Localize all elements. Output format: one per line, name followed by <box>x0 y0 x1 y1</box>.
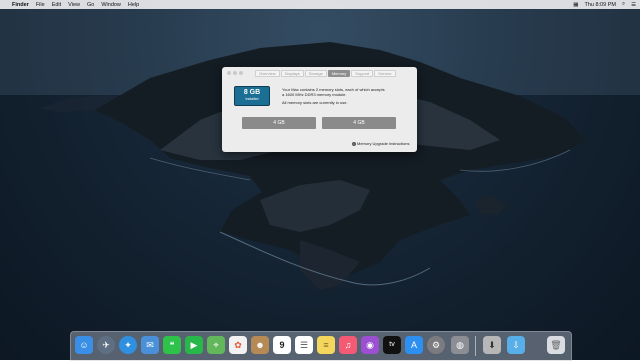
tab-storage[interactable]: Storage <box>304 70 327 77</box>
menu-view[interactable]: View <box>68 2 80 8</box>
menu-app-name[interactable]: Finder <box>12 2 29 8</box>
calendar-icon[interactable]: 9 <box>273 336 291 354</box>
tab-bar: Overview Displays Storage Memory Support… <box>255 70 397 77</box>
messages-icon[interactable]: ❝ <box>163 336 181 354</box>
zoom-button[interactable] <box>239 71 243 75</box>
photos-icon[interactable]: ✿ <box>229 336 247 354</box>
menu-bar: Finder File Edit View Go Window Help ▦ T… <box>0 0 640 9</box>
menu-edit[interactable]: Edit <box>52 2 61 8</box>
info-icon: i <box>352 141 356 146</box>
dock: ☺ ✈ ✦ ✉ ❝ ▶ ⌖ ✿ ☻ 9 ☰ ≡ ♫ ◉ tv A ⚙ ◍ ⬇ ⇩… <box>70 331 572 361</box>
trash-icon[interactable]: 🗑 <box>547 336 565 354</box>
tab-support[interactable]: Support <box>351 70 374 77</box>
memory-total-badge: 8 GB Installed <box>234 86 270 106</box>
spotlight-icon[interactable]: ⌕ <box>622 1 625 8</box>
menu-extras: ▦ Thu 8:09 PM ⌕ ☰ <box>567 0 636 9</box>
memory-module-info: a 1600 MHz DDR3 memory module. <box>282 92 347 97</box>
notes-icon[interactable]: ≡ <box>317 336 335 354</box>
dock-separator <box>475 336 476 356</box>
close-button[interactable] <box>227 71 231 75</box>
installer-icon[interactable]: ⬇ <box>483 336 501 354</box>
app-store-icon[interactable]: A <box>405 336 423 354</box>
tv-icon[interactable]: tv <box>383 336 401 354</box>
wallpaper-catalina-island <box>0 0 640 360</box>
mail-icon[interactable]: ✉ <box>141 336 159 354</box>
menu-go[interactable]: Go <box>87 2 94 8</box>
memory-status: Installed <box>245 97 259 101</box>
system-preferences-icon[interactable]: ⚙ <box>427 336 445 354</box>
launchpad-icon[interactable]: ✈ <box>97 336 115 354</box>
downloads-folder-icon[interactable]: ⇩ <box>507 336 525 354</box>
memory-upgrade-label: Memory Upgrade Instructions <box>357 141 410 146</box>
desktop <box>0 0 640 360</box>
contacts-icon[interactable]: ☻ <box>251 336 269 354</box>
memory-slot-2: 4 GB <box>322 117 396 129</box>
menu-file[interactable]: File <box>36 2 45 8</box>
tab-displays[interactable]: Displays <box>280 70 304 77</box>
memory-total: 8 GB <box>243 89 261 96</box>
safari-icon[interactable]: ✦ <box>119 336 137 354</box>
tab-overview[interactable]: Overview <box>255 70 280 77</box>
music-icon[interactable]: ♫ <box>339 336 357 354</box>
tab-memory[interactable]: Memory <box>327 70 351 77</box>
minimize-button[interactable] <box>233 71 237 75</box>
tab-service[interactable]: Service <box>374 70 396 77</box>
control-center-icon[interactable]: ▦ <box>573 2 578 8</box>
memory-slot-1: 4 GB <box>242 117 316 129</box>
reminders-icon[interactable]: ☰ <box>295 336 313 354</box>
memory-upgrade-link[interactable]: i Memory Upgrade Instructions <box>352 141 409 146</box>
clock[interactable]: Thu 8:09 PM <box>584 2 616 8</box>
disk-utility-icon[interactable]: ◍ <box>451 336 469 354</box>
menu-help[interactable]: Help <box>128 2 139 8</box>
podcasts-icon[interactable]: ◉ <box>361 336 379 354</box>
facetime-icon[interactable]: ▶ <box>185 336 203 354</box>
memory-usage-info: All memory slots are currently in use. <box>282 100 348 105</box>
maps-icon[interactable]: ⌖ <box>207 336 225 354</box>
finder-icon[interactable]: ☺ <box>75 336 93 354</box>
notification-center-icon[interactable]: ☰ <box>631 2 636 8</box>
about-this-mac-window: Overview Displays Storage Memory Support… <box>222 67 417 152</box>
menu-window[interactable]: Window <box>101 2 121 8</box>
